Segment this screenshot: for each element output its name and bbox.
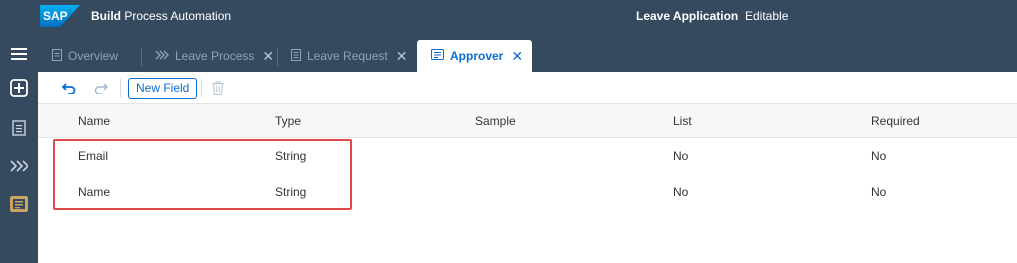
fields-table: Name Type Sample List Required Email Str…: [38, 104, 1017, 210]
form-icon: [291, 48, 301, 64]
app-name-rest: Process Automation: [124, 9, 232, 23]
close-icon[interactable]: ✕: [511, 48, 523, 65]
field-type-cell: String: [275, 149, 307, 163]
app-name-bold: Build: [91, 9, 121, 23]
undo-icon[interactable]: [60, 79, 78, 97]
field-list-cell: No: [673, 149, 689, 163]
new-field-button[interactable]: New Field: [128, 78, 198, 99]
tab-label: Overview: [68, 49, 119, 63]
column-header-sample[interactable]: Sample: [475, 114, 516, 128]
add-icon[interactable]: [7, 76, 31, 100]
svg-text:SAP: SAP: [43, 9, 68, 23]
tab-strip: Overview Leave Process ✕ Leave Request ✕…: [38, 34, 1017, 72]
field-list-cell: No: [673, 185, 689, 199]
tab-label: Leave Process: [175, 49, 255, 63]
field-required-cell: No: [871, 149, 887, 163]
app-shell: SAP Build Process Automation Leave Appli…: [0, 0, 1017, 263]
tab-overview[interactable]: Overview: [38, 40, 138, 72]
column-header-list[interactable]: List: [673, 114, 692, 128]
toolbar-divider: [120, 79, 121, 97]
process-chevron-icon: [155, 49, 169, 63]
tab-label: Approver: [450, 49, 504, 63]
document-state: Editable: [745, 9, 789, 23]
process-chevron-icon[interactable]: [7, 154, 31, 178]
field-name-cell: Name: [78, 185, 111, 199]
data-type-icon: [431, 49, 444, 63]
shell-header: SAP Build Process Automation Leave Appli…: [0, 0, 1017, 34]
tab-leave-process[interactable]: Leave Process ✕: [141, 40, 275, 72]
column-header-type[interactable]: Type: [275, 114, 301, 128]
app-name: Build Process Automation: [91, 9, 231, 23]
field-type-cell: String: [275, 185, 307, 199]
document-icon[interactable]: [7, 116, 31, 140]
document-title: Leave Application: [636, 9, 739, 23]
column-header-required[interactable]: Required: [871, 114, 920, 128]
close-icon[interactable]: ✕: [396, 48, 408, 65]
side-navigation: [0, 34, 38, 263]
table-row[interactable]: Email String No No: [38, 138, 1017, 174]
tab-approver[interactable]: Approver ✕: [417, 40, 532, 72]
data-type-icon[interactable]: [7, 192, 31, 216]
column-header-name[interactable]: Name: [78, 114, 110, 128]
table-header: Name Type Sample List Required: [38, 104, 1017, 138]
tab-label: Leave Request: [307, 49, 388, 63]
field-name-cell: Email: [78, 149, 109, 163]
table-row[interactable]: Name String No No: [38, 174, 1017, 210]
delete-icon[interactable]: [209, 79, 227, 97]
toolbar-divider: [201, 79, 202, 97]
field-required-cell: No: [871, 185, 887, 199]
sap-logo[interactable]: SAP: [40, 5, 80, 27]
redo-icon[interactable]: [92, 79, 110, 97]
editor-toolbar: New Field: [38, 72, 1017, 104]
hamburger-menu-icon[interactable]: [7, 42, 31, 66]
document-icon: [52, 48, 62, 64]
tab-leave-request[interactable]: Leave Request ✕: [277, 40, 412, 72]
close-icon[interactable]: ✕: [262, 48, 274, 65]
